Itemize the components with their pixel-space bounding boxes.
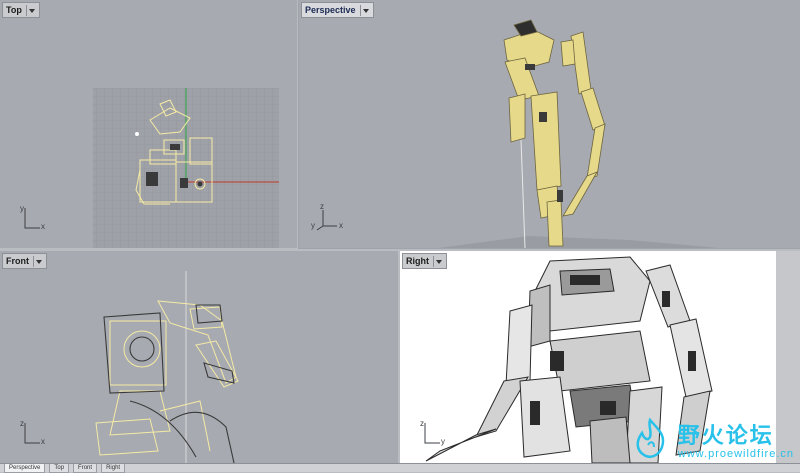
tab-front[interactable]: Front	[73, 464, 98, 473]
axis-widget-lines	[316, 210, 337, 231]
viewport-front-title[interactable]: Front	[2, 253, 47, 269]
chevron-down-icon[interactable]	[359, 4, 370, 16]
construction-line	[520, 139, 526, 248]
tab-top[interactable]: Top	[49, 464, 70, 473]
chevron-down-icon[interactable]	[25, 4, 36, 16]
ground-shadow	[439, 236, 719, 248]
tab-right[interactable]: Right	[101, 464, 126, 473]
chevron-down-icon[interactable]	[433, 255, 443, 267]
robot-wireframe-front[interactable]	[95, 300, 239, 456]
axis-widget-lines	[24, 208, 40, 229]
axis-widget-perspective: z x y	[311, 202, 351, 232]
watermark-url: www.proewildfire.cn	[677, 448, 794, 460]
axis-widget-lines	[24, 423, 40, 444]
cursor-point	[135, 132, 139, 136]
watermark-title: 野火论坛	[677, 424, 774, 449]
axis-widget-front: z x	[20, 419, 50, 447]
watermark-text: 野火论坛 www.proewildfire.cn	[678, 418, 794, 460]
axis-widget-top: y x	[20, 204, 50, 232]
chevron-down-icon[interactable]	[33, 255, 43, 267]
viewport-perspective-title[interactable]: Perspective	[301, 2, 374, 18]
viewport-top[interactable]: Top y x	[0, 0, 297, 248]
axis-widget-right: z y	[420, 419, 450, 447]
viewport-top-title[interactable]: Top	[2, 2, 40, 18]
viewport-perspective[interactable]: Perspective z x y	[298, 0, 800, 249]
front-view-canvas[interactable]	[0, 251, 398, 463]
viewport-front[interactable]: Front z x	[0, 251, 398, 463]
forum-watermark: 野火论坛 www.proewildfire.cn	[628, 417, 794, 461]
viewport-right-title[interactable]: Right	[402, 253, 447, 269]
robot-dark-outline-front	[103, 304, 235, 463]
tab-perspective[interactable]: Perspective	[4, 464, 46, 473]
perspective-view-canvas[interactable]	[299, 0, 800, 248]
flame-logo-icon	[636, 417, 665, 458]
robot-wireframe-perspective[interactable]	[503, 19, 606, 247]
axis-widget-lines	[424, 423, 440, 444]
